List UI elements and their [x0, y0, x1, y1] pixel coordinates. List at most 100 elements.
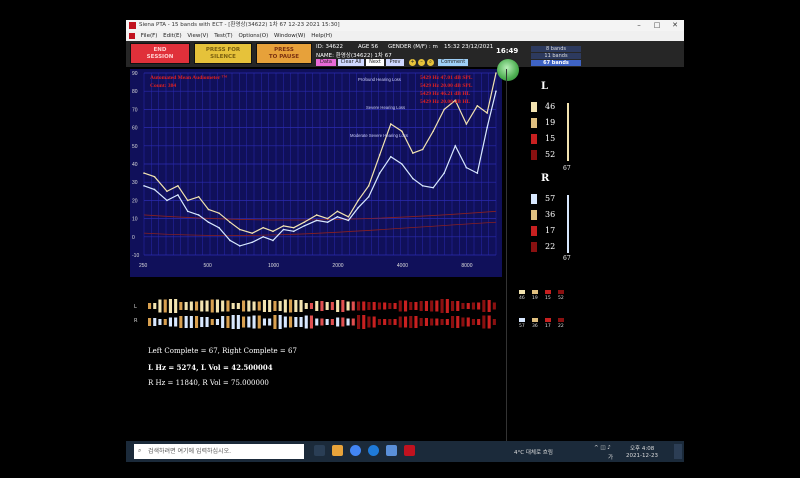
left-swatch-3	[531, 134, 537, 144]
data-button[interactable]: Data	[316, 59, 336, 66]
band-bar	[367, 316, 371, 328]
band-bar	[435, 300, 439, 312]
mini-left-value-4: 52	[558, 296, 564, 301]
strip-left-label: L	[134, 304, 137, 310]
mini-right-value-2: 36	[532, 324, 538, 329]
chrome-icon[interactable]	[350, 445, 361, 456]
band-bar	[304, 315, 308, 329]
zoom-icon[interactable]: ⌕	[427, 59, 434, 66]
menu-view[interactable]: View(V)	[187, 31, 208, 41]
edge-icon[interactable]	[368, 445, 379, 456]
left-total-bar	[567, 103, 569, 161]
menu-options[interactable]: Options(O)	[238, 31, 268, 41]
data-point-l	[197, 195, 200, 198]
menu-file[interactable]: File(F)	[141, 31, 158, 41]
data-point-l	[166, 190, 168, 193]
band-8-button[interactable]: 8 bands	[531, 46, 581, 52]
right-swatch-3	[531, 226, 537, 236]
end-session-button[interactable]: END SESSION	[130, 43, 190, 64]
y-tick-label: 80	[132, 89, 138, 95]
x-tick-label: 8000	[461, 263, 472, 269]
band-bar	[289, 316, 293, 328]
band-bar	[336, 317, 340, 327]
band-bar	[195, 316, 199, 328]
data-point-r	[315, 219, 318, 222]
pta-app-icon[interactable]	[404, 445, 415, 456]
silence-button[interactable]: PRESS FOR SILENCE	[194, 43, 252, 64]
band-bar	[200, 300, 204, 312]
data-point-r	[229, 239, 231, 242]
band-bar	[451, 316, 455, 328]
minus-icon[interactable]: –	[418, 59, 425, 66]
right-value-4: 22	[545, 242, 556, 251]
mini-left-swatch-2	[532, 290, 538, 294]
data-point-r	[432, 186, 435, 189]
band-bar	[357, 315, 361, 329]
y-tick-label: 60	[132, 126, 138, 132]
band-bar	[471, 302, 475, 310]
x-tick-label: 4000	[397, 263, 408, 269]
band-67-button[interactable]: 67 bands	[531, 60, 581, 66]
file-explorer-icon[interactable]	[332, 445, 343, 456]
tray-time[interactable]: 오후 4:08	[630, 444, 654, 452]
band-bar	[315, 318, 319, 326]
menu-test[interactable]: Test(T)	[214, 31, 232, 41]
right-ear-label: R	[541, 173, 550, 184]
band-bar	[372, 302, 376, 310]
menu-help[interactable]: Help(H)	[311, 31, 332, 41]
mini-left-value-2: 19	[532, 296, 538, 301]
band-bar	[445, 299, 449, 313]
band-bar	[148, 318, 152, 326]
menu-edit[interactable]: Edit(E)	[163, 31, 181, 41]
plus-icon[interactable]: +	[409, 59, 416, 66]
app-window-icon[interactable]	[386, 445, 397, 456]
right-swatch-1	[531, 194, 537, 204]
right-total: 67	[563, 255, 571, 262]
minimize-button[interactable]: –	[630, 20, 648, 31]
maximize-button[interactable]: □	[648, 20, 666, 31]
band-bar	[195, 301, 199, 311]
band-bar	[424, 301, 428, 311]
menu-window[interactable]: Window(W)	[274, 31, 305, 41]
menu-bar: File(F) Edit(E) View(V) Test(T) Options(…	[126, 31, 684, 41]
y-tick-label: 10	[132, 217, 138, 223]
tray-date[interactable]: 2021-12-23	[626, 453, 658, 459]
left-value-1: 46	[545, 102, 556, 111]
data-point-l	[186, 199, 189, 202]
band-bar	[283, 299, 287, 313]
close-button[interactable]: ✕	[666, 20, 684, 31]
data-point-r	[390, 155, 392, 158]
y-tick-label: -10	[132, 253, 139, 259]
band-bar	[148, 303, 152, 309]
band-bar	[299, 300, 303, 312]
comment-button[interactable]: Comment	[438, 59, 468, 66]
mini-left-value-3: 15	[545, 296, 551, 301]
weather-status[interactable]: 4°C 대체로 흐림	[514, 448, 553, 456]
left-ear-label: L	[541, 81, 549, 92]
data-point-l	[326, 217, 329, 220]
band-bar	[242, 300, 246, 312]
prev-button[interactable]: Prev	[386, 59, 404, 66]
task-view-icon[interactable]	[314, 445, 325, 456]
pause-button[interactable]: PRESS TO PAUSE	[256, 43, 312, 64]
taskbar-search-input[interactable]: 검색하려면 여기에 입력하십시오.	[134, 444, 304, 459]
band-bar	[315, 301, 319, 311]
band-bar	[268, 300, 272, 312]
data-point-r	[357, 206, 359, 209]
band-bar	[179, 302, 183, 310]
next-button[interactable]: Next	[366, 59, 384, 66]
clear-all-button[interactable]: Clear All	[338, 59, 364, 66]
y-tick-label: 20	[132, 198, 138, 204]
window-title: Siena PTA - 15 bands with ECT - [환영상(346…	[139, 22, 340, 28]
data-point-r	[412, 177, 414, 180]
band-11-button[interactable]: 11 bands	[531, 53, 581, 59]
band-bar	[451, 301, 455, 311]
band-bar	[466, 303, 470, 309]
band-bar	[205, 317, 209, 327]
band-bar	[168, 299, 172, 313]
notification-icon[interactable]	[674, 444, 682, 459]
band-bar	[215, 319, 219, 325]
ime-indicator[interactable]: 가	[608, 453, 613, 461]
tray-icons[interactable]: ^ ◫ ♪	[594, 445, 611, 451]
band-bar	[262, 318, 266, 326]
